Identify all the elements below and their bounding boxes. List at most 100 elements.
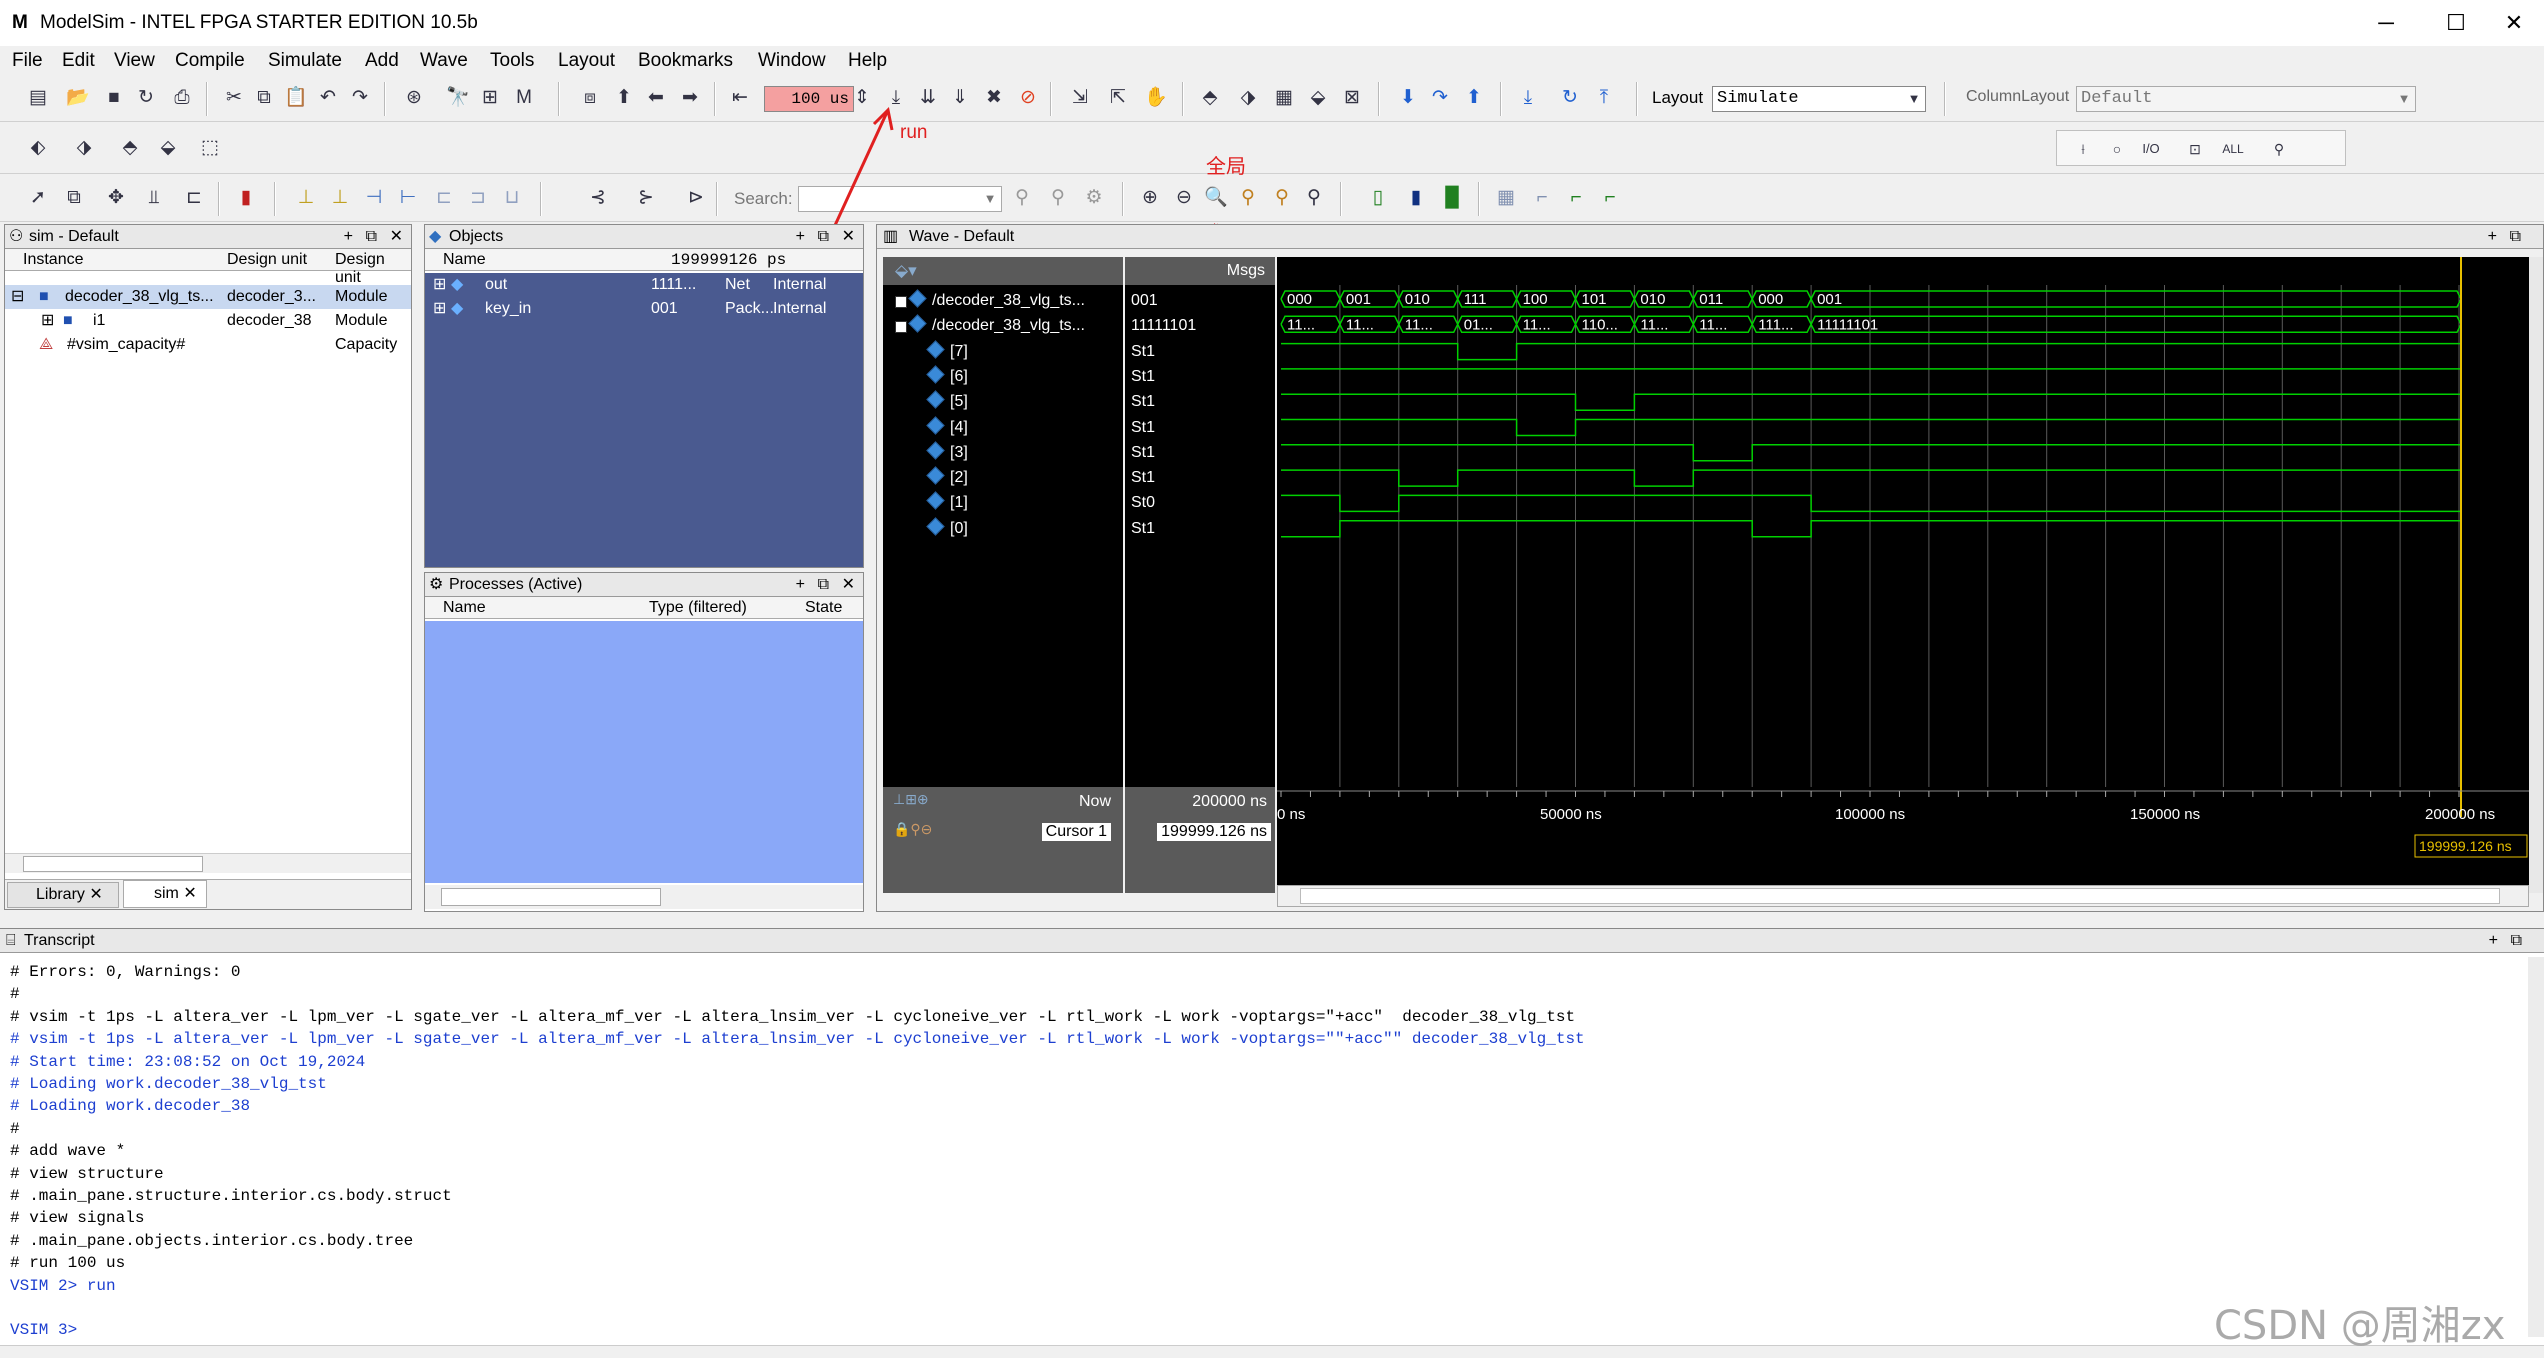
panel-add-icon[interactable]: + <box>2489 929 2498 953</box>
signal-row[interactable]: [7] <box>926 339 968 364</box>
waveform-pane[interactable]: 000 001 010 111 100 101 010 011 000 001 11... 11...… <box>1277 257 2529 893</box>
bus-label: 111 <box>1464 291 1487 308</box>
expand-icon[interactable]: ⊞ <box>433 297 446 321</box>
scroll-thumb[interactable] <box>23 856 203 872</box>
transcript-icon: ⌸ <box>6 932 16 949</box>
list-item[interactable]: ⊞ ◆ out 1111... Net Internal <box>425 273 863 297</box>
signal-row[interactable]: [3] <box>926 441 968 465</box>
waveform-canvas[interactable]: 000 001 010 111 100 101 010 011 000 001 11... 11...… <box>1277 257 2529 893</box>
capacity-icon: ⟁ <box>39 336 54 353</box>
panel-undock-icon[interactable]: ⧉ <box>818 573 829 597</box>
sim-panel-icon: ⚇ <box>9 228 24 245</box>
processes-panel-header: ⚙ Processes (Active) + ⧉ ✕ <box>425 573 863 597</box>
bus-label: 11111101 <box>1817 316 1878 333</box>
signal-name: [0] <box>950 519 968 537</box>
panel-undock-icon[interactable]: ⧉ <box>366 225 377 249</box>
panel-add-icon[interactable]: + <box>796 225 805 249</box>
values-header: Msgs <box>1125 257 1275 285</box>
signal-row[interactable]: [0] <box>926 516 968 541</box>
panel-undock-icon[interactable]: ⧉ <box>2510 225 2521 249</box>
objects-icon: ◆ <box>429 228 442 245</box>
bus-label: 01... <box>1464 316 1493 333</box>
signal-icon <box>926 390 945 409</box>
gear-icon: ⚙ <box>429 576 444 593</box>
panel-close-icon[interactable]: ✕ <box>842 573 855 597</box>
expand-icon[interactable]: + <box>895 296 907 308</box>
signal-name: [6] <box>950 367 968 385</box>
col-name[interactable]: Name <box>443 599 486 617</box>
signal-icon: ◆ <box>451 276 464 293</box>
bus-label: 101 <box>1582 291 1607 308</box>
col-design-unit-2[interactable]: Design unit <box>335 251 411 287</box>
transcript-text[interactable]: # Errors: 0, Warnings: 0 # # vsim -t 1ps -… <box>0 957 2530 1339</box>
panel-undock-icon[interactable]: ⧉ <box>2511 929 2522 953</box>
wave-vscrollbar[interactable] <box>2529 257 2543 893</box>
col-design-unit[interactable]: Design unit <box>227 251 307 269</box>
tab-library[interactable]: Library ✕ <box>7 882 119 908</box>
values-footer: 200000 ns 199999.126 ns <box>1125 787 1275 893</box>
sim-tabs: Library ✕ sim ✕ <box>5 879 411 909</box>
panel-undock-icon[interactable]: ⧉ <box>818 225 829 249</box>
signal-icon <box>926 415 945 435</box>
objects-list: ⊞ ◆ out 1111... Net Internal ⊞ ◆ key_in … <box>425 273 863 567</box>
bus-label: 11... <box>1346 316 1374 333</box>
signal-icon <box>926 466 945 485</box>
signal-row[interactable]: + /decoder_38_vlg_ts... <box>895 289 1085 313</box>
panel-close-icon[interactable]: ✕ <box>842 225 855 249</box>
tree-row[interactable]: ⊞ ■ i1 decoder_38 Module <box>5 309 411 333</box>
transcript-line: # Loading work.decoder_38 <box>10 1097 251 1116</box>
scroll-thumb[interactable] <box>1300 888 2500 904</box>
cursor-tools-icon[interactable]: ⊥⊞⊕ <box>893 791 929 808</box>
bus-label: 000 <box>1287 291 1312 308</box>
msgs-label: Msgs <box>1226 262 1265 279</box>
module-icon: ■ <box>39 288 49 305</box>
expand-icon[interactable]: ⊞ <box>41 309 54 333</box>
signal-row[interactable]: [2] <box>926 466 968 490</box>
col-instance[interactable]: Instance <box>23 251 83 269</box>
signal-row[interactable]: [1] <box>926 491 968 515</box>
expand-icon[interactable]: ⊞ <box>433 273 446 297</box>
processes-hscrollbar[interactable] <box>425 885 863 909</box>
cursor-lock-icon[interactable]: 🔒⚲⊖ <box>893 821 932 838</box>
tree-row[interactable]: ⊟ ■ decoder_38_vlg_ts... decoder_3... Mo… <box>5 285 411 309</box>
signal-row[interactable]: [6] <box>926 365 968 389</box>
col-state[interactable]: State <box>805 599 842 617</box>
scroll-thumb[interactable] <box>441 888 661 906</box>
wave-panel-title: Wave - Default <box>909 228 1015 245</box>
bus-label: 010 <box>1405 291 1430 308</box>
bus-label: 001 <box>1346 291 1371 308</box>
signal-icon <box>908 314 927 333</box>
transcript-vscrollbar[interactable] <box>2528 957 2544 1337</box>
transcript-panel: ⌸ Transcript + ⧉ # Errors: 0, Warnings: … <box>0 928 2544 1358</box>
col-type[interactable]: Type (filtered) <box>649 599 747 617</box>
wave-hscrollbar[interactable] <box>1277 885 2529 907</box>
transcript-line: # view signals <box>10 1209 145 1228</box>
wave-icon: ▥ <box>883 228 899 245</box>
bus-label: 011 <box>1699 291 1723 308</box>
collapse-icon[interactable]: ⊟ <box>11 285 24 309</box>
signal-row[interactable]: − /decoder_38_vlg_ts... <box>895 314 1085 338</box>
ruler-label: 0 ns <box>1277 806 1305 823</box>
panel-add-icon[interactable]: + <box>2488 225 2497 249</box>
wave-panel-header: ▥ Wave - Default + ⧉ <box>877 225 2543 249</box>
tree-row[interactable]: ⟁ #vsim_capacity# Capacity <box>5 333 411 357</box>
collapse-icon[interactable]: − <box>895 321 907 334</box>
signal-name: [2] <box>950 469 968 487</box>
sim-hscrollbar[interactable] <box>5 853 411 873</box>
col-name[interactable]: Name <box>443 251 486 269</box>
wave-cursor-icon[interactable]: ⬙▾ <box>895 261 917 281</box>
panel-close-icon[interactable]: ✕ <box>390 225 403 249</box>
list-item[interactable]: ⊞ ◆ key_in 001 Pack... Internal <box>425 297 863 321</box>
cursor-label[interactable]: Cursor 1 <box>1041 823 1111 841</box>
signal-name: [5] <box>950 393 968 411</box>
transcript-line: # .main_pane.structure.interior.cs.body.… <box>10 1187 452 1205</box>
signal-row[interactable]: [4] <box>926 415 968 440</box>
tab-sim[interactable]: sim ✕ <box>123 880 207 908</box>
signal-value: St1 <box>1131 443 1156 461</box>
signal-icon <box>926 441 945 460</box>
signal-row[interactable]: [5] <box>926 390 968 414</box>
panel-add-icon[interactable]: + <box>344 225 353 249</box>
bus-label: 11... <box>1699 316 1727 333</box>
panel-add-icon[interactable]: + <box>796 573 805 597</box>
objects-panel-title: Objects <box>449 228 504 245</box>
